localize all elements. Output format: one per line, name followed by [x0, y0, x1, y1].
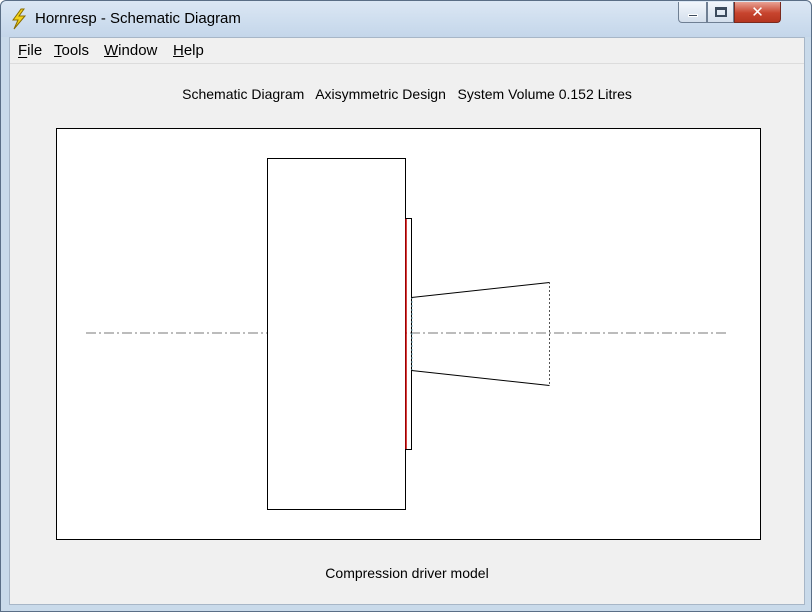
close-button[interactable]: ✕ [734, 2, 781, 23]
menu-window[interactable]: Window [104, 42, 157, 59]
menu-file[interactable]: File [18, 42, 42, 59]
minimize-icon [688, 14, 698, 17]
title-bar[interactable]: Hornresp - Schematic Diagram ✕ [1, 1, 811, 37]
diagram-caption: Compression driver model [325, 565, 489, 581]
schematic-diagram [86, 158, 729, 510]
front-chamber [406, 218, 412, 450]
menu-help[interactable]: Help [173, 42, 204, 59]
application-window: Hornresp - Schematic Diagram ✕ File Tool… [0, 0, 812, 612]
rear-chamber [267, 158, 406, 510]
schematic-panel [56, 128, 761, 540]
menu-tools[interactable]: Tools [54, 42, 89, 59]
maximize-icon [715, 7, 727, 17]
horn-wall-upper [411, 282, 550, 298]
close-icon: ✕ [751, 3, 764, 21]
menu-bar: File Tools Window Help [10, 38, 804, 64]
maximize-button[interactable] [707, 2, 734, 23]
minimize-button[interactable] [678, 2, 707, 23]
client-area: File Tools Window Help Schematic Diagram… [9, 37, 805, 605]
diagram-heading: Schematic Diagram Axisymmetric Design Sy… [182, 86, 632, 102]
window-title: Hornresp - Schematic Diagram [35, 10, 241, 27]
lightning-bolt-icon [12, 8, 27, 30]
horn-wall-lower [411, 370, 550, 386]
